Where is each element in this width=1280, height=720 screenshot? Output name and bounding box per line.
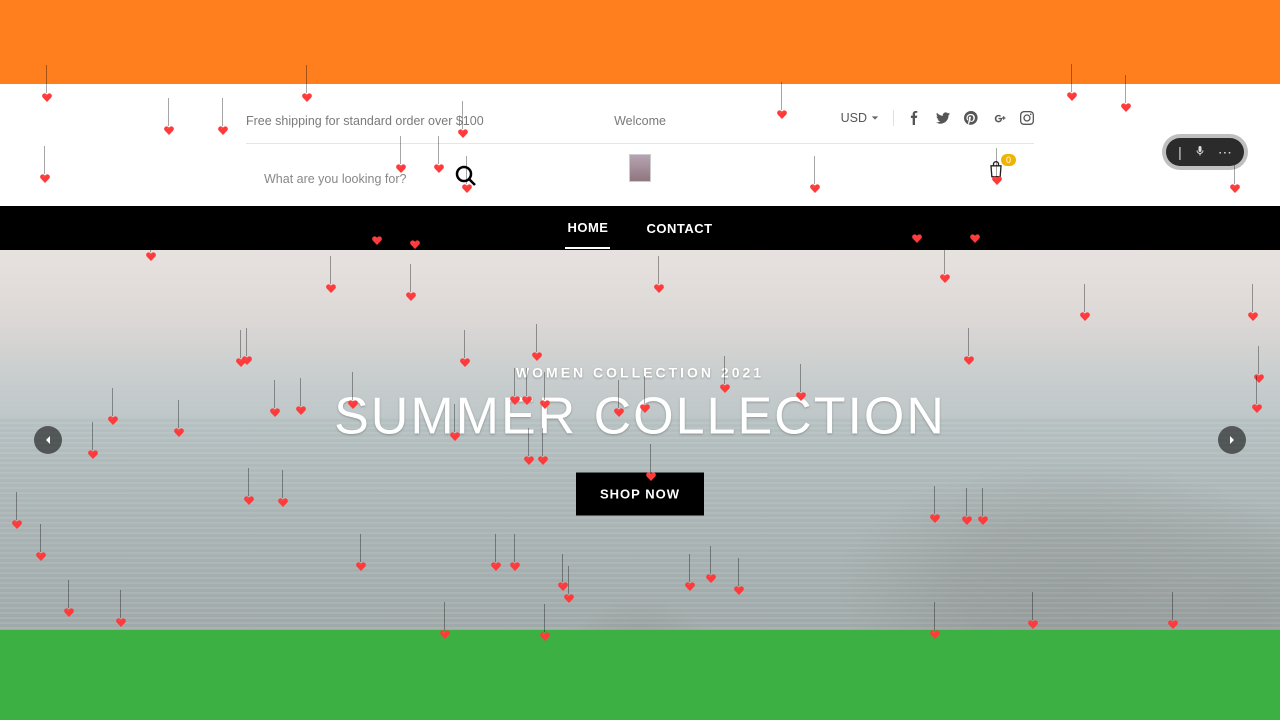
facebook-icon[interactable] [908,111,922,125]
nav-contact[interactable]: CONTACT [644,209,714,248]
welcome-text: Welcome [614,114,666,128]
google-plus-icon[interactable] [992,111,1006,125]
topbar-inner: Free shipping for standard order over $1… [246,114,1034,144]
midbar: 0 [0,154,1280,202]
nav-home[interactable]: HOME [565,208,610,249]
twitter-icon[interactable] [936,111,950,125]
topbar: Free shipping for standard order over $1… [0,84,1280,144]
browser-toolbar: | ⋯ [1166,138,1244,166]
currency-label: USD [841,111,867,125]
search-input[interactable] [264,172,444,186]
hero: WOMEN COLLECTION 2021 SUMMER COLLECTION … [0,250,1280,630]
cart-button[interactable]: 0 [986,160,1006,185]
currency-selector[interactable]: USD [841,111,879,125]
search [264,164,478,193]
mic-icon[interactable] [1194,145,1206,159]
hero-content: WOMEN COLLECTION 2021 SUMMER COLLECTION … [0,365,1280,516]
hero-headline: SUMMER COLLECTION [0,387,1280,447]
chevron-down-icon [871,111,879,125]
toolbar-more[interactable]: ⋯ [1218,145,1232,159]
search-icon[interactable] [454,164,478,193]
shipping-text: Free shipping for standard order over $1… [246,114,484,128]
frame-top-orange [0,0,1280,84]
pinterest-icon[interactable] [964,111,978,125]
cart-badge: 0 [1001,154,1016,166]
separator [893,110,894,126]
navbar: HOME CONTACT [0,206,1280,250]
shop-now-button[interactable]: SHOP NOW [576,473,704,516]
page: Free shipping for standard order over $1… [0,84,1280,630]
hero-eyebrow: WOMEN COLLECTION 2021 [0,365,1280,381]
topbar-right: USD [841,110,1034,126]
toolbar-divider[interactable]: | [1178,145,1182,159]
logo[interactable] [629,154,651,182]
frame-bottom-green [0,630,1280,720]
instagram-icon[interactable] [1020,111,1034,125]
